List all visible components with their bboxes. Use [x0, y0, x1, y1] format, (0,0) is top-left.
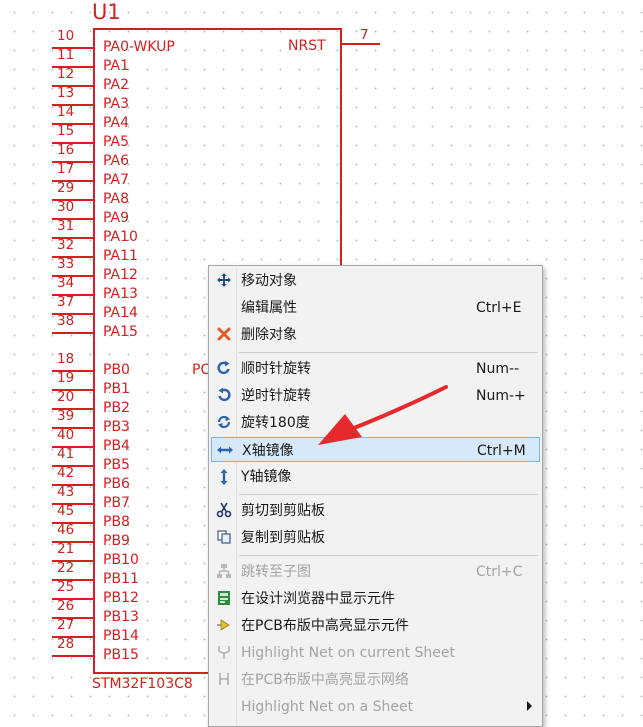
- schematic-canvas[interactable]: U1 10 PA0-WKUP 11 PA1 12 PA2 13 PA3 14 PA4 15 PA5 16…: [0, 0, 643, 727]
- callout-arrow: [318, 385, 448, 445]
